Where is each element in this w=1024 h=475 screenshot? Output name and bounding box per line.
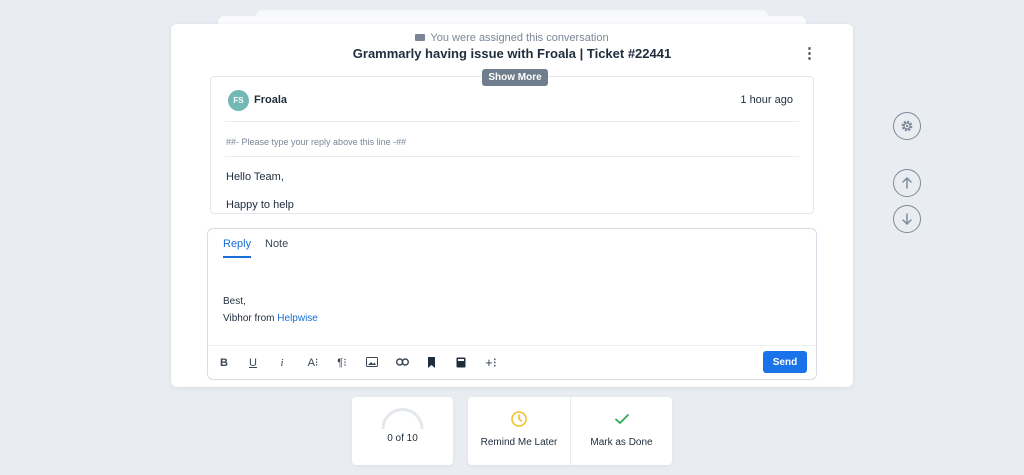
message-item: FS Froala 1 hour ago ##- Please type you… xyxy=(210,76,814,214)
font-size-icon[interactable]: A⁝ xyxy=(304,355,322,371)
paragraph-icon[interactable]: ¶⁝ xyxy=(333,355,351,371)
reply-marker: ##- Please type your reply above this li… xyxy=(226,137,407,147)
mark-as-done-button[interactable]: Mark as Done xyxy=(570,397,672,465)
remind-me-later-button[interactable]: Remind Me Later xyxy=(468,397,570,465)
more-insert-icon[interactable]: +⁝ xyxy=(482,355,500,371)
more-options-icon[interactable]: ⋮ xyxy=(802,46,817,61)
signature-line: Vibhor from Helpwise xyxy=(223,313,318,324)
link-icon[interactable] xyxy=(393,355,411,371)
next-conversation-button[interactable] xyxy=(893,205,921,233)
conversation-card: You were assigned this conversation Gram… xyxy=(171,24,853,387)
signature-prefix: Vibhor from xyxy=(223,313,278,324)
message-time: 1 hour ago xyxy=(740,94,793,106)
actions-card: Remind Me Later Mark as Done xyxy=(468,397,672,465)
tab-reply[interactable]: Reply xyxy=(223,238,252,258)
italic-icon[interactable]: i xyxy=(273,355,291,371)
message-body-line: Hello Team, xyxy=(226,171,284,183)
remind-me-later-label: Remind Me Later xyxy=(480,437,558,448)
show-more-button[interactable]: Show More xyxy=(482,69,548,86)
progress-text: 0 of 10 xyxy=(387,433,418,444)
bookmark-icon[interactable] xyxy=(422,355,440,371)
sender-name: Froala xyxy=(254,94,288,106)
mark-as-done-label: Mark as Done xyxy=(590,437,653,448)
assigned-text: You were assigned this conversation xyxy=(430,32,609,44)
progress-card: 0 of 10 xyxy=(352,397,453,465)
tab-note[interactable]: Note xyxy=(265,238,288,256)
divider xyxy=(225,121,799,122)
check-icon xyxy=(615,414,629,424)
envelope-icon xyxy=(415,33,426,41)
avatar: FS xyxy=(228,90,249,111)
clock-icon xyxy=(511,411,527,427)
previous-conversation-button[interactable] xyxy=(893,169,921,197)
send-button[interactable]: Send xyxy=(763,351,807,373)
gear-icon xyxy=(901,120,913,132)
divider xyxy=(208,345,816,346)
ticket-title: Grammarly having issue with Froala | Tic… xyxy=(352,46,672,61)
arrow-down-icon xyxy=(902,213,912,225)
underline-icon[interactable]: U xyxy=(244,355,262,371)
bold-icon[interactable]: B xyxy=(215,355,233,371)
divider xyxy=(225,156,799,157)
image-icon[interactable] xyxy=(363,355,381,371)
message-body-line: Happy to help xyxy=(226,199,294,211)
book-icon[interactable] xyxy=(452,355,470,371)
signature-line: Best, xyxy=(223,296,246,307)
assigned-notice: You were assigned this conversation xyxy=(171,32,853,44)
reply-editor[interactable]: Reply Note Best, Vibhor from Helpwise B … xyxy=(207,228,817,380)
settings-button[interactable] xyxy=(893,112,921,140)
arrow-up-icon xyxy=(902,177,912,189)
progress-gauge xyxy=(381,408,424,430)
signature-link[interactable]: Helpwise xyxy=(277,313,318,324)
